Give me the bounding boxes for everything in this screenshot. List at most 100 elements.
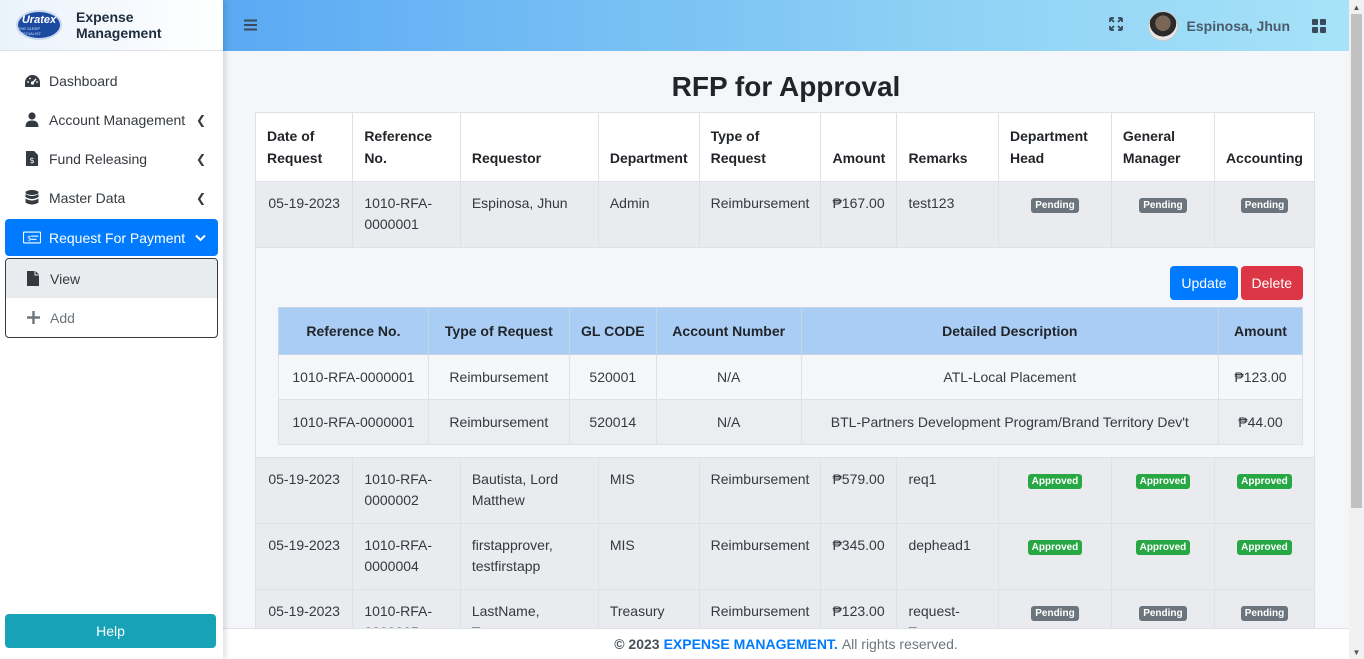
col-department[interactable]: Department [597,112,700,182]
scroll-down-arrow-icon[interactable]: ▼ [1349,645,1364,659]
detail-cell: 520001 [568,354,657,400]
cell-reference-part: 0000002 [364,492,419,508]
sidebar: Uratex THE SLEEP SPECIALIST Expense Mana… [0,0,223,659]
status-badge: Approved [1237,540,1292,555]
table-row[interactable]: 05-19-2023 1010-RFA- 0000004 firstapprove… [254,523,1316,590]
col-remarks[interactable]: Remarks [896,112,999,182]
detail-col-reference: Reference No. [278,307,429,355]
detail-col-amount: Amount [1217,307,1304,355]
col-general-manager[interactable]: General Manager [1110,112,1215,182]
detail-row: Update Delete Reference No. Type of Requ… [255,247,1315,458]
status-badge: Pending [1139,606,1187,621]
cell-type: Reimbursement [698,181,822,248]
cell-reference: 1010-RFA- 0000002 [352,457,461,524]
avatar[interactable] [1147,10,1178,41]
detail-cell: BTL-Partners Development Program/Brand T… [800,399,1219,445]
navbar-right: Espinosa, Jhun [1108,10,1349,41]
cell-amount: ₱167.00 [820,181,898,248]
sidebar-item-dashboard[interactable]: Dashboard [5,61,218,100]
cell-amount: ₱579.00 [820,457,898,524]
chevron-down-icon [195,231,206,245]
status-badge: Approved [1135,474,1191,489]
col-department-head[interactable]: Department Head [998,112,1112,182]
col-reference-no[interactable]: Reference No. [352,112,461,182]
tachometer-icon [23,72,41,90]
sidebar-item-label: Fund Releasing [49,150,148,167]
status-badge: Approved [1135,540,1191,555]
cell-reference-part: 1010-RFA- [364,537,433,553]
brand-title: Expense Management [75,9,162,41]
brand[interactable]: Uratex THE SLEEP SPECIALIST Expense Mana… [0,0,223,51]
cell-amount: ₱123.00 [820,589,898,628]
scrollbar-thumb[interactable] [1351,14,1362,508]
user-name[interactable]: Espinosa, Jhun [1187,18,1290,34]
cell-department: Admin [597,181,700,248]
fullscreen-expand-icon[interactable] [1108,17,1123,34]
sidebar-subnav: View Add [5,258,218,338]
detail-cell: Reimbursement [427,399,570,445]
update-button[interactable]: Update [1170,266,1238,300]
cell-accounting: Approved [1213,523,1316,590]
money-check-icon: $ [23,229,41,247]
cell-gm: Pending [1110,589,1215,628]
cell-remarks: dephead1 [896,523,999,590]
sidebar-item-fund-releasing[interactable]: $ Fund Releasing ❮ [5,139,218,178]
detail-cell: 1010-RFA-0000001 [278,354,429,400]
col-date-of-request[interactable]: Date of Request [254,112,354,182]
status-badge: Pending [1031,606,1079,621]
footer-brand-link[interactable]: EXPENSE MANAGEMENT. [664,636,838,652]
detail-cell: N/A [655,354,802,400]
cell-dept-head: Pending [998,181,1112,248]
detail-cell: 1010-RFA-0000001 [278,399,429,445]
sidebar-nav: Dashboard Account Management ❮ $ Fund Re… [0,51,223,338]
table-row[interactable]: 05-19-2023 1010-RFA- 0000002 Bautista, Lo… [254,457,1316,524]
col-requestor[interactable]: Requestor [459,112,599,182]
cell-requestor: Bautista, Lord Matthew [459,457,599,524]
cell-dept-head: Approved [998,457,1112,524]
grid-apps-icon[interactable] [1312,18,1326,33]
col-type-of-request[interactable]: Type of Request [698,112,822,182]
cell-gm: Approved [1110,523,1215,590]
cell-requestor: LastName, Treasury [459,589,599,628]
detail-row-item: 1010-RFA-0000001 Reimbursement 520014 N/… [278,399,1304,445]
help-button[interactable]: Help [5,614,216,648]
plus-icon [24,311,42,324]
cell-accounting: Pending [1213,181,1316,248]
vertical-scrollbar[interactable]: ▲ ▼ [1349,0,1364,659]
detail-panel: Update Delete Reference No. Type of Requ… [255,247,1315,458]
sidebar-subitem-view[interactable]: View [6,259,217,298]
sidebar-item-request-for-payment[interactable]: $ Request For Payment [5,219,218,256]
cell-reference-part: 0000001 [364,216,419,232]
col-accounting[interactable]: Accounting [1213,112,1316,182]
user-icon [23,111,41,129]
sidebar-item-label: Master Data [49,189,126,206]
main-content: RFP for Approval Date of Request Referen… [223,51,1349,628]
cell-department: Treasury [597,589,700,628]
cell-type: Reimbursement [698,589,822,628]
cell-requestor: Espinosa, Jhun [459,181,599,248]
table-row[interactable]: 05-19-2023 1010-RFA- 0000001 Espinosa, Jh… [254,181,1316,248]
brand-logo-text: Uratex [21,13,57,26]
sidebar-item-account-management[interactable]: Account Management ❮ [5,100,218,139]
scroll-up-arrow-icon[interactable]: ▲ [1349,0,1364,14]
table-row[interactable]: 05-19-2023 1010-RFA-0000005 LastName, Tr… [254,589,1316,628]
detail-col-type: Type of Request [427,307,570,355]
cell-department: MIS [597,457,700,524]
sidebar-subitem-label: Add [50,309,75,326]
sidebar-item-master-data[interactable]: Master Data ❮ [5,178,218,217]
hamburger-menu-icon[interactable] [244,15,257,36]
col-amount[interactable]: Amount [820,112,898,182]
cell-reference: 1010-RFA- 0000004 [352,523,461,590]
cell-reference-part: 0000004 [364,558,419,574]
cell-reference: 1010-RFA-0000005 [352,589,461,628]
sidebar-subitem-add[interactable]: Add [6,298,217,337]
detail-cell: 520014 [568,399,657,445]
detail-cell: ₱44.00 [1217,399,1304,445]
chevron-left-icon: ❮ [195,112,206,127]
cell-type: Reimbursement [698,523,822,590]
cell-dept-head: Pending [998,589,1112,628]
delete-button[interactable]: Delete [1240,266,1303,300]
sidebar-item-label: Request For Payment [49,229,186,246]
cell-reference-part: 1010-RFA- [364,471,433,487]
svg-text:$: $ [27,234,32,243]
